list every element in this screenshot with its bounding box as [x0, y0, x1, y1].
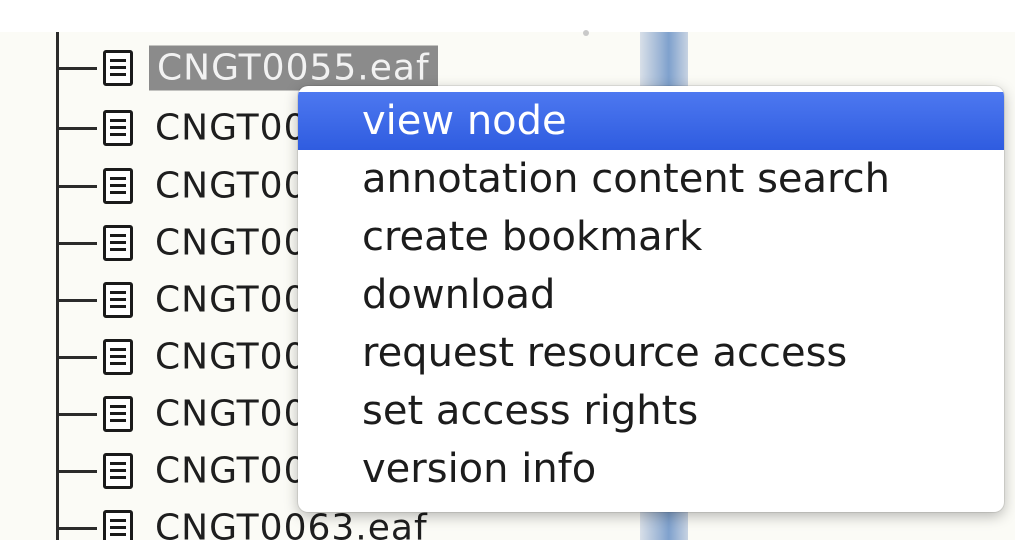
tree-branch-line — [59, 299, 97, 302]
tree-branch-line — [59, 185, 97, 188]
context-menu: view node annotation content search create… — [298, 86, 1004, 512]
document-icon — [103, 453, 133, 489]
tree-branch-line — [59, 127, 97, 130]
menu-item-create-bookmark[interactable]: create bookmark — [298, 208, 1004, 266]
tree-item-label: CNGT00 — [155, 393, 308, 435]
menu-item-annotation-content-search[interactable]: annotation content search — [298, 150, 1004, 208]
menu-item-version-info[interactable]: version info — [298, 440, 1004, 498]
screen: CNGT0055.eaf CNGT00 CNGT00 CNGT00 CNGT00 CNGT… — [0, 0, 1015, 540]
document-icon — [103, 510, 133, 540]
document-icon — [103, 110, 133, 146]
tree-item-label: CNGT00 — [155, 450, 308, 492]
menu-item-view-node[interactable]: view node — [298, 92, 1004, 150]
tree-branch-line — [59, 67, 97, 70]
document-icon — [103, 50, 133, 86]
tree-branch-line — [59, 356, 97, 359]
document-icon — [103, 396, 133, 432]
document-icon — [103, 225, 133, 261]
tree-item-label: CNGT00 — [155, 107, 308, 149]
document-icon — [103, 339, 133, 375]
tree-item-label: CNGT00 — [155, 336, 308, 378]
scroll-marker — [583, 30, 589, 36]
tree-branch-line — [59, 413, 97, 416]
menu-item-request-resource-access[interactable]: request resource access — [298, 324, 1004, 382]
menu-item-set-access-rights[interactable]: set access rights — [298, 382, 1004, 440]
tree-branch-line — [59, 242, 97, 245]
tree-branch-line — [59, 527, 97, 530]
tree-item-label: CNGT00 — [155, 222, 308, 264]
document-icon — [103, 168, 133, 204]
tree-branch-line — [59, 470, 97, 473]
tree-item-label: CNGT0063.eaf — [155, 507, 428, 540]
tree-item-label: CNGT00 — [155, 279, 308, 321]
document-icon — [103, 282, 133, 318]
menu-item-download[interactable]: download — [298, 266, 1004, 324]
tree-item-label: CNGT00 — [155, 165, 308, 207]
tree-item-label: CNGT0055.eaf — [149, 45, 438, 91]
